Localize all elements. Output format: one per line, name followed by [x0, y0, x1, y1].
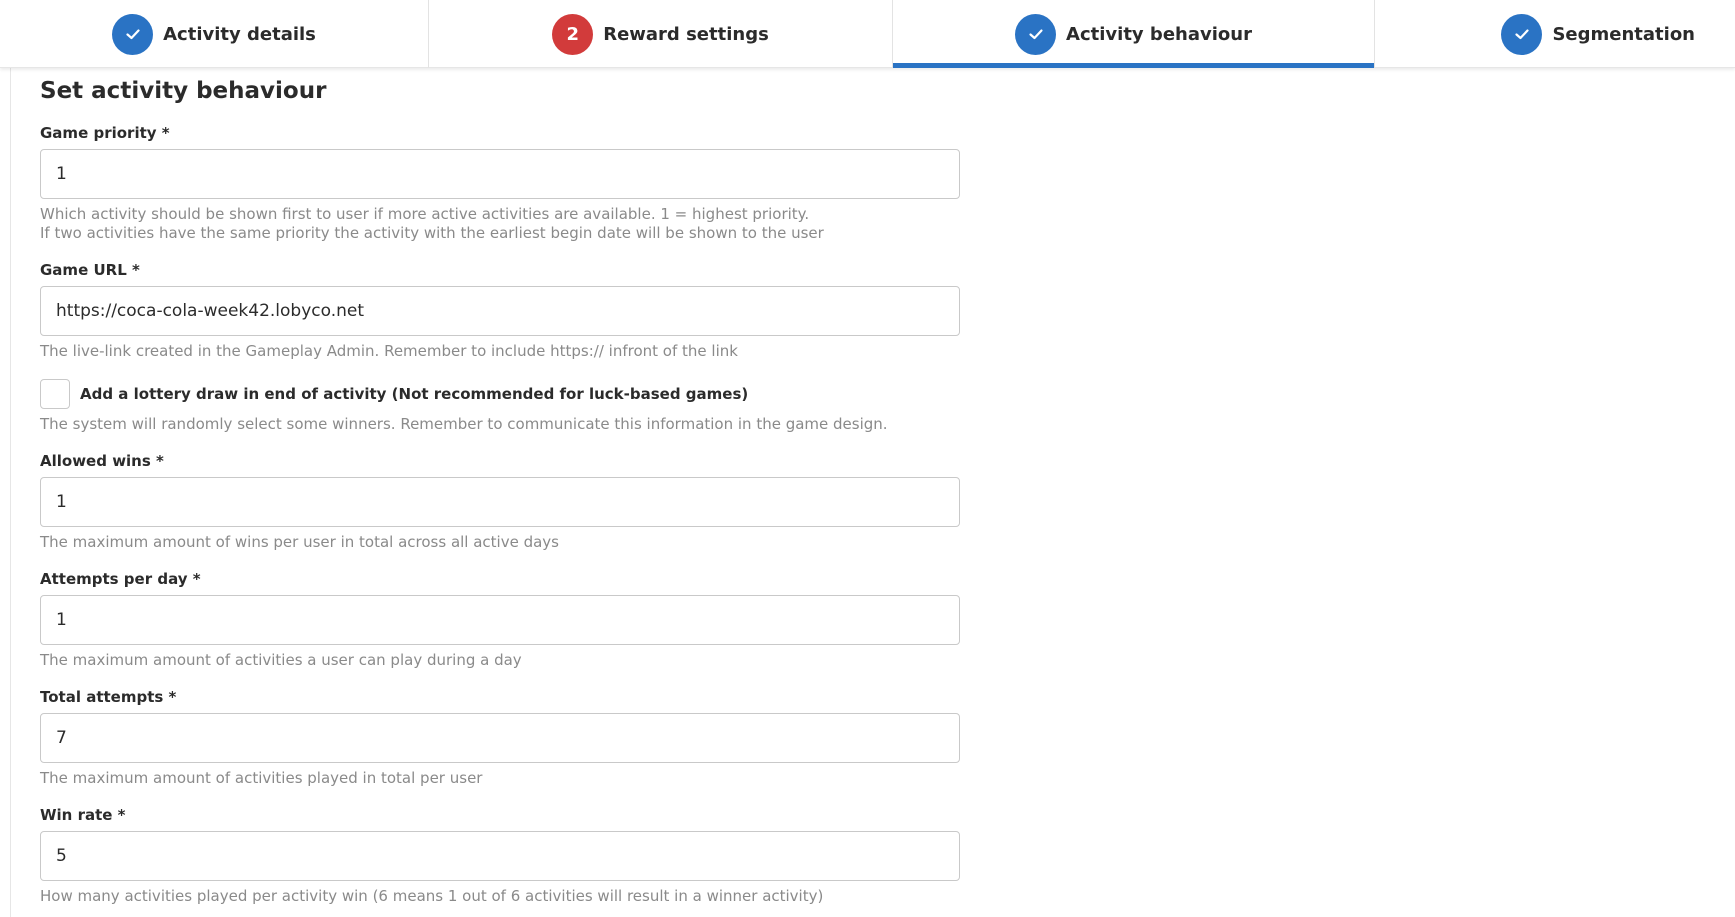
total-attempts-input[interactable]	[40, 713, 960, 763]
attempts-per-day-help: The maximum amount of activities a user …	[40, 651, 522, 669]
total-attempts-label: Total attempts *	[40, 688, 177, 706]
step-label: Activity details	[163, 23, 316, 45]
total-attempts-help: The maximum amount of activities played …	[40, 769, 483, 787]
attempts-per-day-input[interactable]	[40, 595, 960, 645]
attempts-per-day-label: Attempts per day *	[40, 570, 201, 588]
game-url-help: The live-link created in the Gameplay Ad…	[40, 342, 738, 360]
step-label: Activity behaviour	[1066, 23, 1252, 45]
game-url-input[interactable]	[40, 286, 960, 336]
help-line: Which activity should be shown first to …	[40, 205, 810, 223]
game-priority-input[interactable]	[40, 149, 960, 199]
win-rate-help: How many activities played per activity …	[40, 887, 824, 905]
activity-behaviour-form: Set activity behaviour Game priority * W…	[10, 68, 1735, 917]
win-rate-input[interactable]	[40, 831, 960, 881]
win-rate-label: Win rate *	[40, 806, 126, 824]
game-priority-help: Which activity should be shown first to …	[40, 205, 1735, 243]
lottery-option: Add a lottery draw in end of activity (N…	[40, 379, 1735, 409]
game-url-label: Game URL *	[40, 261, 140, 279]
check-icon	[1501, 13, 1543, 55]
lottery-help: The system will randomly select some win…	[40, 415, 888, 433]
lottery-checkbox[interactable]	[40, 379, 70, 409]
game-priority-label: Game priority *	[40, 124, 170, 142]
help-line: If two activities have the same priority…	[40, 224, 824, 242]
step-reward-settings[interactable]: 2 Reward settings	[429, 0, 893, 68]
allowed-wins-input[interactable]	[40, 477, 960, 527]
step-label: Reward settings	[603, 23, 769, 45]
wizard-stepper: Activity details 2 Reward settings Activ…	[0, 0, 1735, 68]
step-segmentation[interactable]: Segmentation	[1375, 0, 1735, 68]
step-activity-details[interactable]: Activity details	[0, 0, 429, 68]
check-icon	[112, 13, 154, 55]
allowed-wins-label: Allowed wins *	[40, 452, 164, 470]
lottery-checkbox-label[interactable]: Add a lottery draw in end of activity (N…	[80, 385, 748, 403]
check-icon	[1015, 13, 1057, 55]
allowed-wins-help: The maximum amount of wins per user in t…	[40, 533, 560, 551]
page-title: Set activity behaviour	[40, 78, 327, 104]
error-count-badge: 2	[552, 13, 594, 55]
step-label: Segmentation	[1552, 23, 1695, 45]
step-activity-behaviour[interactable]: Activity behaviour	[893, 0, 1375, 68]
